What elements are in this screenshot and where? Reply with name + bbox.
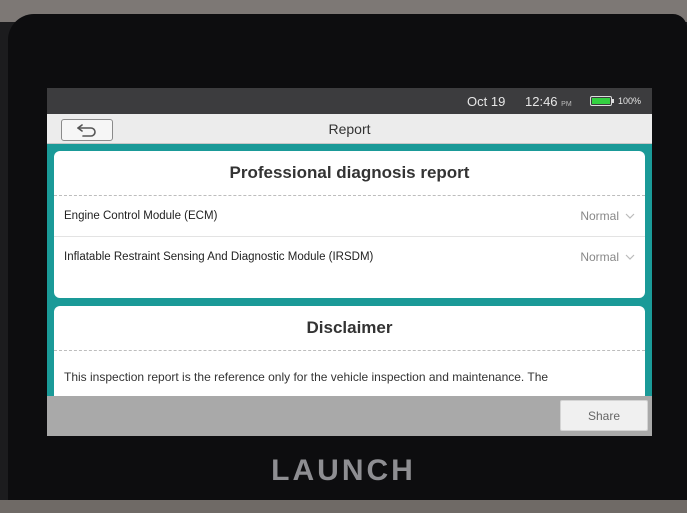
diagnosis-report-card: Professional diagnosis report Engine Con… — [54, 151, 645, 298]
report-card-title: Professional diagnosis report — [54, 151, 645, 196]
brand-logo: LAUNCH — [271, 454, 416, 487]
title-bar: Report — [47, 114, 652, 144]
battery-icon — [590, 96, 614, 106]
module-status[interactable]: Normal — [580, 209, 635, 223]
status-time: 12:46 — [525, 94, 558, 109]
module-status-label: Normal — [580, 209, 619, 223]
module-name: Engine Control Module (ECM) — [64, 210, 218, 222]
disclaimer-title: Disclaimer — [54, 306, 645, 351]
status-ampm: PM — [561, 101, 572, 108]
background-edge — [0, 500, 687, 513]
status-date: Oct 19 — [467, 94, 506, 109]
module-status[interactable]: Normal — [580, 250, 635, 264]
chevron-down-icon — [625, 254, 635, 260]
device-screen: Oct 19 12:46 PM 100% Report Professional… — [47, 88, 652, 436]
status-bar: Oct 19 12:46 PM 100% — [47, 88, 652, 114]
battery-percent: 100% — [618, 96, 642, 106]
status-time-group: 12:46 PM — [525, 94, 572, 109]
page-title: Report — [328, 121, 371, 137]
module-row[interactable]: Engine Control Module (ECM) Normal — [54, 196, 645, 237]
module-name: Inflatable Restraint Sensing And Diagnos… — [64, 251, 374, 263]
module-status-label: Normal — [580, 250, 619, 264]
module-row[interactable]: Inflatable Restraint Sensing And Diagnos… — [54, 237, 645, 277]
share-button[interactable]: Share — [560, 400, 648, 431]
bottom-action-bar: Share — [47, 396, 652, 436]
chevron-down-icon — [625, 213, 635, 219]
disclaimer-text: This inspection report is the reference … — [64, 370, 549, 384]
